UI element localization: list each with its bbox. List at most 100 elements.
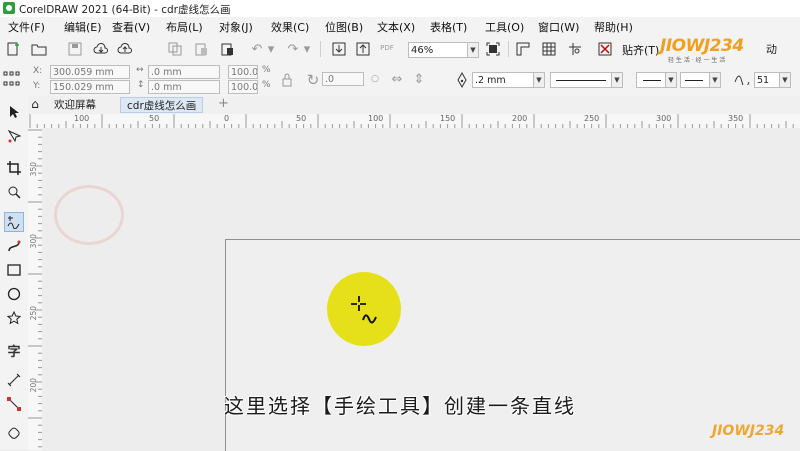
outline-width-dropdown-icon[interactable]: ▼: [533, 72, 545, 88]
shape-tool-icon[interactable]: [4, 126, 24, 146]
rotate-icon[interactable]: ↻: [304, 71, 322, 89]
scale-x-field[interactable]: 100.0: [228, 65, 258, 79]
height-field[interactable]: .0 mm: [148, 80, 220, 94]
mirror-horizontal-icon[interactable]: ⇔: [388, 70, 406, 88]
arrowhead-preview: [643, 80, 661, 81]
mirror-vertical-icon[interactable]: ⇕: [410, 70, 428, 88]
toolbar-separator: [508, 41, 509, 57]
toolbar-separator: [320, 41, 321, 57]
snap-to-button[interactable]: 贴齐(T): [622, 42, 659, 58]
pdf-label: PDF: [380, 44, 394, 52]
menu-view[interactable]: 查看(V): [112, 19, 150, 35]
clipboard-icon[interactable]: [218, 40, 236, 58]
line-style-selector[interactable]: [550, 72, 612, 88]
new-document-icon[interactable]: [4, 40, 22, 58]
ruler-label: 150: [440, 114, 456, 123]
ruler-label: 200: [512, 114, 528, 123]
cloud-upload-icon[interactable]: [116, 40, 134, 58]
rotation-angle-field[interactable]: .0: [322, 72, 364, 86]
watermark-brand: JIOWJ234: [660, 36, 744, 56]
menu-bitmaps[interactable]: 位图(B): [325, 19, 363, 35]
start-arrowhead-dropdown-icon[interactable]: ▼: [665, 72, 677, 88]
menu-help[interactable]: 帮助(H): [594, 19, 633, 35]
menu-table[interactable]: 表格(T): [430, 19, 467, 35]
show-guidelines-icon[interactable]: [566, 40, 584, 58]
export-icon[interactable]: [354, 40, 372, 58]
ruler-label: 250: [29, 306, 38, 321]
tutorial-caption: 这里选择【手绘工具】创建一条直线: [224, 394, 576, 418]
document-page[interactable]: [225, 239, 800, 451]
polygon-tool-icon[interactable]: [4, 308, 24, 328]
cloud-download-icon[interactable]: [92, 40, 110, 58]
show-rulers-icon[interactable]: [514, 40, 532, 58]
object-origin-icon[interactable]: [3, 70, 21, 88]
show-grid-icon[interactable]: [540, 40, 558, 58]
parallel-dimension-tool-icon[interactable]: [4, 370, 24, 390]
menu-layout[interactable]: 布局(L): [166, 19, 203, 35]
menu-text[interactable]: 文本(X): [377, 19, 415, 35]
scale-x-percent: %: [262, 65, 271, 75]
width-field[interactable]: .0 mm: [148, 65, 220, 79]
ruler-label: 300: [656, 114, 672, 123]
crop-tool-icon[interactable]: [4, 158, 24, 178]
start-arrowhead-selector[interactable]: [636, 72, 666, 88]
snap-off-icon[interactable]: [596, 40, 614, 58]
coreldraw-logo-icon: [3, 2, 15, 14]
zoom-level-field[interactable]: 46%: [408, 42, 468, 58]
arrowhead-preview: [685, 80, 703, 81]
menu-effects[interactable]: 效果(C): [271, 19, 309, 35]
line-style-dropdown-icon[interactable]: ▼: [611, 72, 623, 88]
menu-file[interactable]: 文件(F): [8, 19, 45, 35]
menu-window[interactable]: 窗口(W): [538, 19, 579, 35]
zoom-tool-icon[interactable]: [4, 182, 24, 202]
title-bar: CorelDRAW 2021 (64-Bit) - cdr虚线怎么画: [0, 0, 800, 18]
lock-ratio-icon[interactable]: [278, 71, 296, 89]
save-icon[interactable]: [66, 40, 84, 58]
menu-object[interactable]: 对象(J): [219, 19, 253, 35]
artistic-media-tool-icon[interactable]: [4, 236, 24, 256]
add-tab-icon[interactable]: +: [218, 96, 229, 111]
rectangle-tool-icon[interactable]: [4, 260, 24, 280]
outline-pen-icon[interactable]: [453, 71, 471, 89]
home-icon[interactable]: ⌂: [28, 97, 42, 113]
outline-width-field[interactable]: .2 mm: [472, 72, 534, 88]
document-tab-bar: ⌂ 欢迎屏幕 cdr虚线怎么画 +: [28, 96, 800, 115]
smoothing-dropdown-icon[interactable]: ▼: [779, 72, 791, 88]
menu-edit[interactable]: 编辑(E): [64, 19, 102, 35]
end-arrowhead-selector[interactable]: [680, 72, 710, 88]
scale-y-percent: %: [262, 80, 271, 90]
scale-y-field[interactable]: 100.0: [228, 80, 258, 94]
end-arrowhead-dropdown-icon[interactable]: ▼: [709, 72, 721, 88]
publish-pdf-icon[interactable]: PDF: [378, 39, 396, 57]
horizontal-ruler-ticks: [29, 114, 794, 128]
ruler-label: 100: [74, 114, 90, 123]
smoothing-value-field[interactable]: 51: [754, 72, 780, 88]
tab-welcome-screen[interactable]: 欢迎屏幕: [48, 97, 102, 113]
drop-shadow-tool-icon[interactable]: [4, 424, 24, 444]
ruler-label: 0: [224, 114, 230, 123]
zoom-dropdown-icon[interactable]: ▼: [467, 42, 479, 58]
ellipse-tool-icon[interactable]: [4, 284, 24, 304]
freehand-tool-icon[interactable]: [4, 212, 24, 232]
text-tool-icon[interactable]: 字: [4, 340, 24, 360]
freehand-smoothing-icon[interactable]: [733, 70, 751, 88]
open-folder-icon[interactable]: [30, 40, 48, 58]
import-icon[interactable]: [330, 40, 348, 58]
watermark-bottom: JIOWJ234: [712, 423, 785, 439]
horizontal-ruler[interactable]: 100 50 0 50 100 150 200 250 300 350: [28, 114, 800, 129]
click-indicator-ring: [54, 185, 124, 245]
redo-dropdown-icon[interactable]: ▾: [298, 40, 316, 58]
full-screen-icon[interactable]: [484, 40, 502, 58]
paste-icon[interactable]: [192, 40, 210, 58]
undo-dropdown-icon[interactable]: ▾: [262, 40, 280, 58]
property-bar: X: Y: 300.059 mm 150.029 mm ↔ ↕ .0 mm .0…: [0, 63, 800, 97]
height-arrow-icon: ↕: [137, 80, 145, 90]
x-label: X:: [33, 66, 43, 76]
copy-icon[interactable]: [166, 40, 184, 58]
ruler-label: 100: [368, 114, 384, 123]
x-position-field[interactable]: 300.059 mm: [50, 65, 130, 79]
menu-tools[interactable]: 工具(O): [485, 19, 524, 35]
tab-active-document[interactable]: cdr虚线怎么画: [120, 97, 204, 113]
y-position-field[interactable]: 150.029 mm: [50, 80, 130, 94]
pick-tool-icon[interactable]: [4, 102, 24, 122]
